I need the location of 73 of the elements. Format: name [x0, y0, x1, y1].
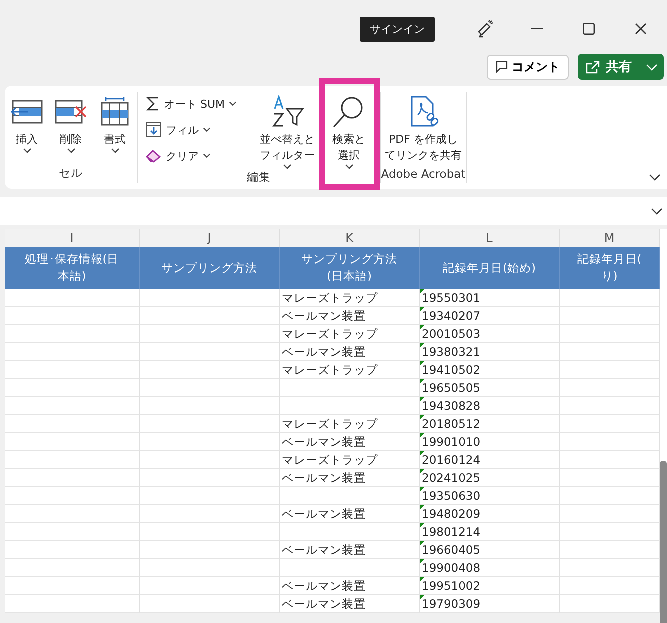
ribbon-button[interactable]: フィル [146, 120, 252, 140]
table-cell: 19380321 [422, 345, 481, 359]
fill-down-icon [146, 122, 162, 138]
table-cell: 19660405 [422, 543, 481, 557]
table-cell: マレーズトラップ [280, 451, 420, 469]
group-label: 編集 [246, 170, 272, 186]
table-cell: マレーズトラップ [280, 361, 420, 379]
maximize-icon[interactable] [583, 23, 595, 35]
pdf-link-icon [408, 95, 438, 129]
header-cell: 記録年月日(始め) [420, 247, 560, 289]
ribbon-button[interactable]: PDF を作成し てリンクを共有 [381, 92, 466, 164]
table-cell: ベールマン装置 [280, 343, 420, 361]
collapse-ribbon-icon[interactable] [649, 174, 661, 181]
table-cell: 19901010 [422, 435, 481, 449]
delete-cells-icon [54, 99, 88, 125]
comment-button[interactable]: コメント [487, 54, 569, 80]
table-cell: 19650505 [422, 381, 481, 395]
header-cell: 処理･保存情報(日 本語) [5, 247, 140, 289]
table-cell: 19790309 [422, 597, 481, 611]
column-header[interactable]: K [280, 229, 420, 247]
caret-icon [646, 64, 658, 70]
table-cell: ベールマン装置 [280, 307, 420, 325]
column-header[interactable]: J [140, 229, 280, 247]
table-cell: マレーズトラップ [280, 415, 420, 433]
table-cell: 20180512 [422, 417, 481, 431]
header-cell: サンプリング方法 [140, 247, 280, 289]
column-header[interactable]: I [5, 229, 140, 247]
comment-icon [496, 61, 508, 73]
column-header[interactable]: M [560, 229, 660, 247]
column-header[interactable]: L [420, 229, 560, 247]
table-cell: 20160124 [422, 453, 481, 467]
table-cell: 20241025 [422, 471, 481, 485]
table-cell: 19951002 [422, 579, 481, 593]
table-cell: 19430828 [422, 399, 481, 413]
table-cell: マレーズトラップ [280, 289, 420, 307]
table-cell: ベールマン装置 [280, 433, 420, 451]
table-cell: ベールマン装置 [280, 505, 420, 523]
table-cell: マレーズトラップ [280, 325, 420, 343]
table-cell: ベールマン装置 [280, 469, 420, 487]
table-cell: 19900408 [422, 561, 481, 575]
ribbon-button[interactable]: 削除 [49, 92, 93, 154]
scrollbar-thumb[interactable] [660, 461, 667, 623]
share-button[interactable]: 共有 [578, 54, 664, 80]
ribbon-button[interactable]: 書式 [93, 92, 137, 154]
close-icon[interactable] [635, 23, 647, 35]
header-cell: サンプリング方法 (日本語) [280, 247, 420, 289]
sigma-icon [146, 96, 160, 112]
sort-filter-icon [270, 95, 304, 129]
ribbon-button[interactable]: 挿入 [5, 92, 49, 154]
group-label: セル [58, 166, 84, 182]
table-cell: ベールマン装置 [280, 595, 420, 613]
expand-icon[interactable] [651, 208, 663, 214]
sign-in-button[interactable]: サインイン [360, 16, 435, 42]
ribbon-button[interactable]: オート SUM [146, 94, 252, 114]
table-cell: 19550301 [422, 291, 481, 305]
table-cell: 19480209 [422, 507, 481, 521]
share-icon [586, 60, 600, 74]
format-cells-icon [100, 97, 130, 127]
table-cell: 19350630 [422, 489, 481, 503]
table-cell: ベールマン装置 [280, 577, 420, 595]
group-label: Adobe Acrobat [381, 167, 466, 183]
minimize-icon[interactable] [531, 28, 543, 30]
table-cell: 19410502 [422, 363, 481, 377]
table-cell: 19801214 [422, 525, 481, 539]
header-cell: 記録年月日( り) [560, 247, 660, 289]
ribbon-button[interactable]: クリア [146, 146, 252, 166]
table-cell: ベールマン装置 [280, 541, 420, 559]
table-cell: 20010503 [422, 327, 481, 341]
eraser-icon [146, 149, 162, 163]
ribbon-button[interactable]: 検索と 選択 [327, 92, 371, 170]
insert-cells-icon [10, 99, 44, 125]
ribbon-button[interactable]: 並べ替えと フィルター [256, 92, 319, 170]
table-cell: 19340207 [422, 309, 481, 323]
